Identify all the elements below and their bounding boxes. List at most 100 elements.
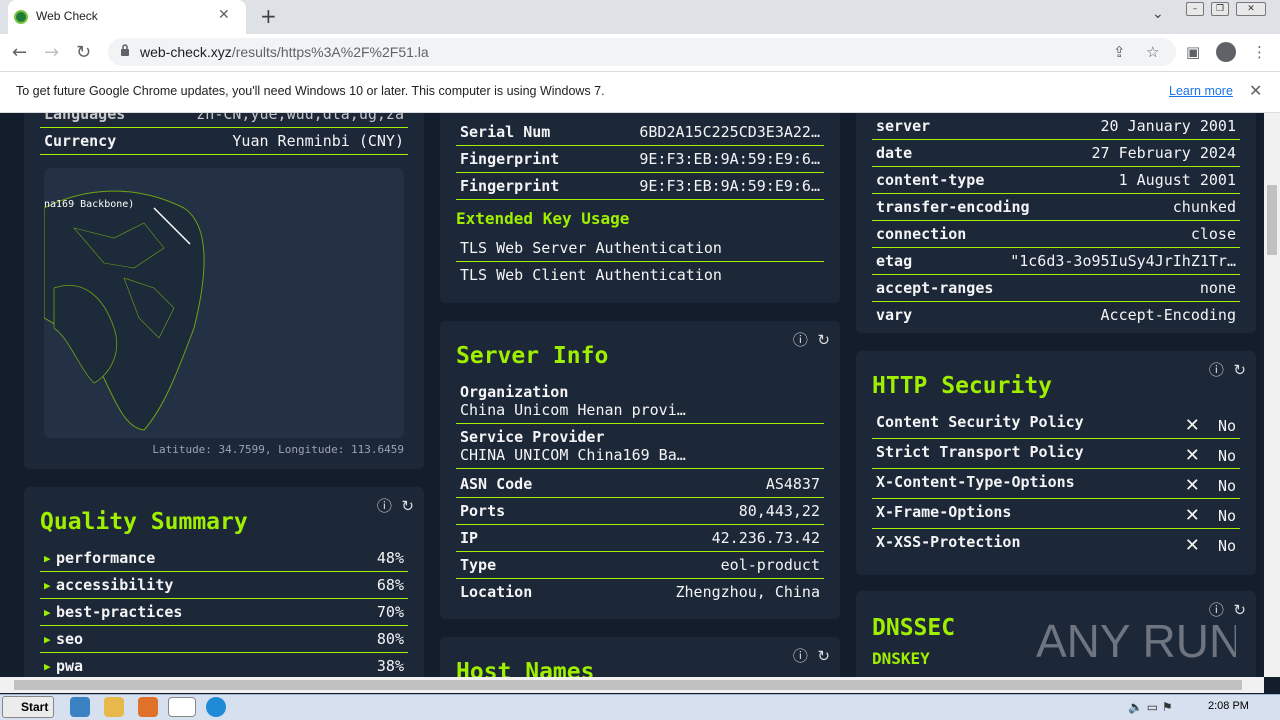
currency-row: Currency Yuan Renminbi (CNY) [40,128,408,155]
profile-avatar-icon[interactable] [1216,42,1236,62]
server-row-key: Ports [460,502,506,520]
ie-icon[interactable] [70,697,90,717]
ssl-row-value: 9E:F3:EB:9A:59:E9:6… [639,150,820,168]
header-key: server [876,117,931,135]
header-row: server 20 January 2001 [872,113,1240,140]
server-row: IP 42.236.73.42 [456,525,824,552]
bookmark-star-icon[interactable]: ☆ [1146,43,1159,61]
quality-item[interactable]: ▶ best-practices 70% [40,599,408,626]
x-icon: ✕ [1184,535,1200,556]
organization-value: China Unicom Henan provi… [460,401,686,419]
header-key: connection [876,225,967,243]
start-label: Start [21,700,49,714]
ssl-row: Fingerprint 9E:F3:EB:9A:59:E9:6… [456,146,824,173]
tab-search-chevron-icon[interactable]: ⌄ [1152,6,1164,22]
quality-item-name: accessibility [56,576,174,594]
header-value: none [1199,279,1236,297]
x-icon: ✕ [1184,445,1200,466]
header-row: content-type 1 August 2001 [872,167,1240,194]
chrome-taskbar-icon[interactable] [168,697,196,717]
server-row-key: ASN Code [460,475,533,493]
eku-item-text: TLS Web Client Authentication [460,266,722,284]
header-value: 1 August 2001 [1118,171,1236,189]
taskbar-clock[interactable]: 2:08 PM [1208,700,1249,712]
tray-icons[interactable]: 🔈 ▭ ⚑ [1128,700,1173,714]
horizontal-scroll-thumb[interactable] [14,680,1242,690]
x-icon: ✕ [1184,505,1200,526]
header-row: connection close [872,221,1240,248]
location-map[interactable]: na169 Backbone) [44,168,404,438]
quality-item[interactable]: ▶ pwa 38% [40,653,408,677]
infobar-close-icon[interactable]: ✕ [1249,81,1262,100]
ssl-row-value: 9E:F3:EB:9A:59:E9:6… [639,177,820,195]
header-value: chunked [1172,198,1236,216]
side-panel-icon[interactable]: ▣ [1186,43,1200,61]
info-icon[interactable]: ⓘ [793,331,808,349]
refresh-icon[interactable]: ↻ [817,647,830,665]
header-value: "1c6d3-3o95IuSy4JrIhZ1Tr… [1010,252,1236,270]
tab-close-icon[interactable]: ✕ [218,7,230,23]
quality-item[interactable]: ▶ seo 80% [40,626,408,653]
refresh-icon[interactable]: ↻ [401,497,414,515]
header-key: vary [876,306,913,324]
media-player-icon[interactable] [138,697,158,717]
header-key: transfer-encoding [876,198,1030,216]
info-icon[interactable]: ⓘ [1209,361,1224,379]
close-window-button[interactable]: ✕ [1236,2,1266,16]
expand-triangle-icon: ▶ [44,606,51,619]
back-icon[interactable]: ← [12,42,27,63]
coordinates-text: Latitude: 34.7599, Longitude: 113.6459 [152,443,404,456]
reload-icon[interactable]: ↻ [76,42,91,63]
menu-kebab-icon[interactable]: ⋮ [1252,43,1267,61]
header-value: close [1190,225,1236,243]
server-row-value: eol-product [720,556,820,574]
tab-title: Web Check [36,9,98,23]
minimize-button[interactable]: – [1186,2,1204,16]
server-row-value: Zhengzhou, China [675,583,821,601]
url-text[interactable]: web-check.xyz/results/https%3A%2F%2F51.l… [140,44,429,60]
expand-triangle-icon: ▶ [44,660,51,673]
refresh-icon[interactable]: ↻ [817,331,830,349]
server-info-card: ⓘ ↻ Server Info Organization China Unico… [440,321,840,619]
header-key: etag [876,252,913,270]
new-tab-icon[interactable]: + [260,4,277,28]
info-icon[interactable]: ⓘ [377,497,392,515]
quality-item[interactable]: ▶ performance 48% [40,545,408,572]
expand-triangle-icon: ▶ [44,579,51,592]
security-status: ✕ No [1185,505,1236,526]
explorer-icon[interactable] [104,697,124,717]
ssl-row: Serial Num 6BD2A15C225CD3E3A22… [456,119,824,146]
eku-item-text: TLS Web Server Authentication [460,239,722,257]
security-name: X-XSS-Protection [876,533,1021,551]
lock-icon[interactable] [120,44,130,56]
server-row: ASN Code AS4837 [456,471,824,498]
info-icon[interactable]: ⓘ [793,647,808,665]
edge-icon[interactable] [206,697,226,717]
quality-item-value: 70% [376,603,404,621]
security-row: X-XSS-Protection ✕ No [872,529,1240,559]
dnskey-subtitle: DNSKEY [872,649,930,668]
quality-item-value: 48% [376,549,404,567]
security-status-text: No [1217,537,1236,555]
vertical-scroll-thumb[interactable] [1267,185,1277,255]
header-key: accept-ranges [876,279,994,297]
restore-button[interactable]: ❐ [1211,2,1229,16]
refresh-icon[interactable]: ↻ [1233,361,1246,379]
header-value: 27 February 2024 [1091,144,1237,162]
security-status: ✕ No [1185,415,1236,436]
learn-more-link[interactable]: Learn more [1169,84,1233,98]
quality-item-name: best-practices [56,603,183,621]
quality-item[interactable]: ▶ accessibility 68% [40,572,408,599]
quality-item-value: 38% [376,657,404,675]
eku-item: TLS Web Client Authentication [456,262,824,289]
forward-icon[interactable]: → [44,42,59,63]
quality-summary-title: Quality Summary [40,509,248,535]
security-row: Content Security Policy ✕ No [872,409,1240,439]
share-icon[interactable]: ⇪ [1113,43,1126,61]
start-button[interactable]: Start [2,696,54,718]
server-row: Type eol-product [456,552,824,579]
organization-label: Organization [460,383,569,401]
security-name: Content Security Policy [876,413,1084,431]
security-status-text: No [1217,417,1236,435]
url-path: /results/https%3A%2F%2F51.la [231,44,429,60]
